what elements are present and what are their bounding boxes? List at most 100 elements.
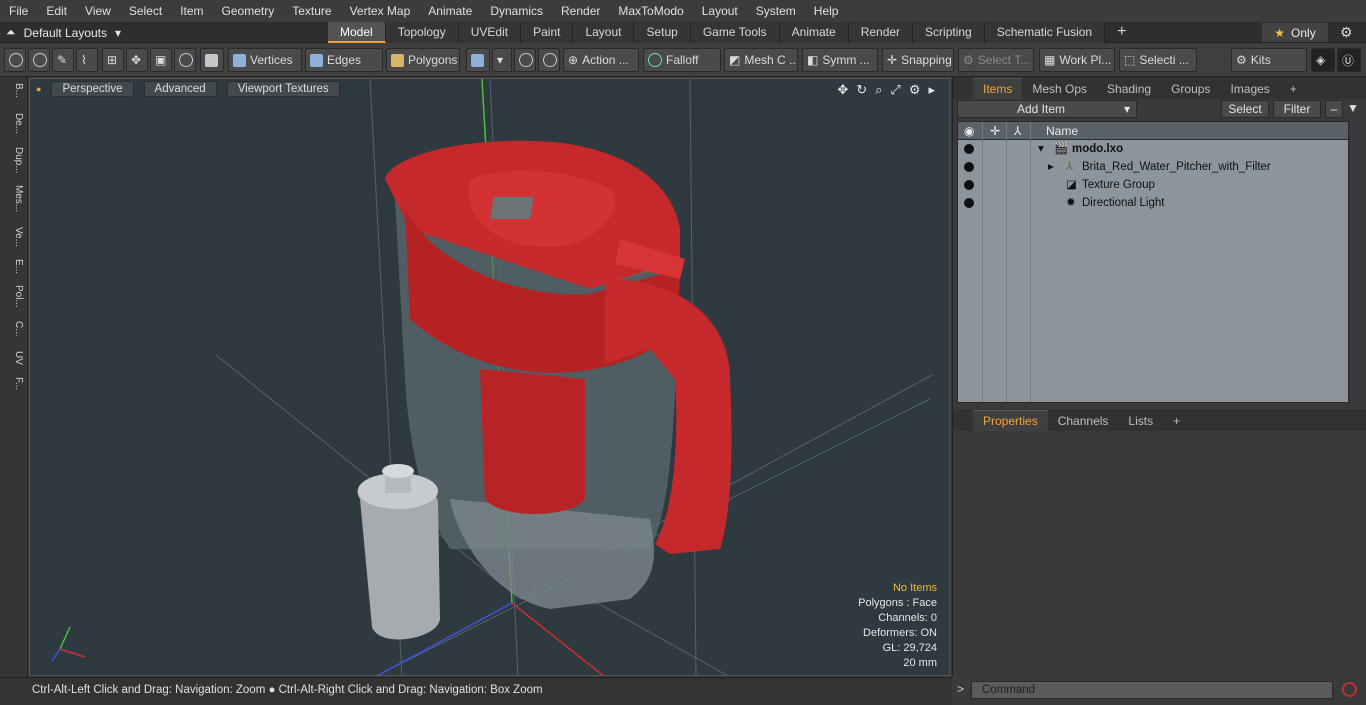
rotate-button[interactable] [174,48,196,72]
fit-icon[interactable]: ⤢ [890,82,900,98]
edges-button[interactable]: Edges [305,48,383,72]
menu-animate[interactable]: Animate [419,0,481,22]
tab-properties[interactable]: Properties [973,410,1048,431]
action-center-button[interactable]: ⊕ Action ... [563,48,639,72]
tab-items[interactable]: Items [973,78,1023,99]
filter-cartridge-model[interactable] [357,464,440,640]
tab-images[interactable]: Images [1220,79,1279,99]
collapse-button[interactable]: – [1325,100,1343,118]
tab-lists[interactable]: Lists [1118,411,1163,431]
move-button[interactable]: ✥ [126,48,148,72]
left-tab-deform[interactable]: De... [4,113,24,134]
add-properties-tab-icon[interactable]: + [1163,411,1190,431]
only-button[interactable]: ★ Only [1262,23,1328,42]
vertices-button[interactable]: Vertices [228,48,302,72]
viewport-expand-icon[interactable]: ▸ [928,82,935,98]
tab-paint[interactable]: Paint [521,22,574,43]
tab-channels[interactable]: Channels [1048,411,1119,431]
tab-scripting[interactable]: Scripting [913,22,985,43]
tab-animate[interactable]: Animate [779,22,849,43]
tab-model[interactable]: Model [328,22,386,43]
left-tab-polygon[interactable]: Pol... [4,285,24,308]
scale-button[interactable]: ▣ [150,48,172,72]
left-tab-fusion[interactable]: F... [4,377,24,390]
unreal-button[interactable]: Ⓤ [1337,48,1361,72]
select-through-button[interactable]: ⚙ Select T... [958,48,1034,72]
selection-sets-button[interactable]: ⬚ Selecti ... [1119,48,1197,72]
layout-selector[interactable]: ⏶ Default Layouts ▾ [6,22,121,43]
orbit-icon[interactable]: ↻ [856,82,867,98]
symmetry-x-button[interactable] [514,48,536,72]
add-item-button[interactable]: Add Item ▾ [957,100,1137,118]
transform-button[interactable]: ⊞ [102,48,124,72]
funnel-icon[interactable]: ▼ [1347,101,1359,115]
menu-render[interactable]: Render [552,0,609,22]
left-tab-uv[interactable]: UV [4,351,24,365]
viewport-settings-icon[interactable]: ⚙ [909,82,921,98]
menu-maxtomodo[interactable]: MaxToModo [609,0,692,22]
tab-layout[interactable]: Layout [573,22,635,43]
left-tab-duplicate[interactable]: Dup... [4,147,24,174]
falloff-button[interactable]: Falloff [643,48,721,72]
pan-icon[interactable]: ✥ [837,82,848,98]
snapping-button[interactable]: ✛ Snapping [882,48,954,72]
menu-geometry[interactable]: Geometry [213,0,284,22]
menu-edit[interactable]: Edit [37,0,76,22]
left-tab-basic[interactable]: B... [4,83,24,98]
sphere-button[interactable] [28,48,50,72]
tree-row-directional-light[interactable]: ✹ Directional Light [958,194,1348,212]
menu-help[interactable]: Help [805,0,848,22]
viewport-menu-icon[interactable]: ● [36,84,41,94]
tab-groups[interactable]: Groups [1161,79,1220,99]
eye-icon[interactable] [964,198,974,208]
filter-button[interactable]: Filter [1273,100,1321,118]
tab-topology[interactable]: Topology [385,22,459,43]
left-tab-curve[interactable]: C... [4,321,24,337]
tab-setup[interactable]: Setup [634,22,691,43]
kits-button[interactable]: ⚙ Kits [1231,48,1307,72]
name-column-header[interactable]: Name [1046,122,1078,140]
tree-row-texture-group[interactable]: ◪ Texture Group [958,176,1348,194]
item-mode-button[interactable] [200,48,224,72]
menu-item[interactable]: Item [171,0,212,22]
expand-arrow-icon[interactable]: ▸ [1048,158,1054,176]
perspective-button[interactable]: Perspective [51,81,134,97]
command-input[interactable]: Command [971,681,1333,699]
eye-icon[interactable] [964,162,974,172]
menu-file[interactable]: File [0,0,37,22]
3d-viewport[interactable]: ● Perspective Advanced Viewport Textures… [29,78,950,676]
add-panel-tab-icon[interactable]: + [1280,79,1307,99]
mesh-constraint-button[interactable]: ◩ Mesh C ... [724,48,798,72]
menu-dynamics[interactable]: Dynamics [481,0,552,22]
viewport-textures-button[interactable]: Viewport Textures [226,81,340,97]
advanced-button[interactable]: Advanced [143,81,217,97]
expand-arrow-icon[interactable]: ▾ [1038,140,1044,158]
menu-select[interactable]: Select [120,0,171,22]
material-dropdown[interactable]: ▾ [492,48,512,72]
eye-icon[interactable] [964,180,974,190]
tree-row-pitcher[interactable]: ▸ ⅄ Brita_Red_Water_Pitcher_with_Filter [958,158,1348,176]
menu-layout[interactable]: Layout [693,0,747,22]
work-plane-button[interactable]: ▦ Work Pl... [1039,48,1115,72]
tab-uvedit[interactable]: UVEdit [458,22,522,43]
tab-mesh-ops[interactable]: Mesh Ops [1022,79,1097,99]
left-tab-vertex[interactable]: Ve... [4,227,24,247]
menu-system[interactable]: System [747,0,805,22]
gear-icon[interactable]: ⚙ [1340,24,1353,41]
pen-button[interactable]: ✎ [52,48,74,72]
menu-texture[interactable]: Texture [283,0,340,22]
eye-icon[interactable] [964,144,974,154]
record-icon[interactable] [1342,682,1357,697]
left-tab-edge[interactable]: E... [4,259,24,274]
brush-button[interactable]: ⌇ [76,48,98,72]
tab-shading[interactable]: Shading [1097,79,1161,99]
tab-schematic-fusion[interactable]: Schematic Fusion [984,22,1106,43]
menu-vertex-map[interactable]: Vertex Map [341,0,420,22]
left-tab-mesh-edit[interactable]: Mes... [4,185,24,212]
unity-button[interactable]: ◈ [1311,48,1335,72]
symmetry-button[interactable]: ◧ Symm ... [802,48,878,72]
symmetry-y-button[interactable] [538,48,560,72]
add-tab-icon[interactable]: + [1105,22,1138,43]
tab-render[interactable]: Render [848,22,914,43]
zoom-icon[interactable]: ⌕ [875,82,882,98]
